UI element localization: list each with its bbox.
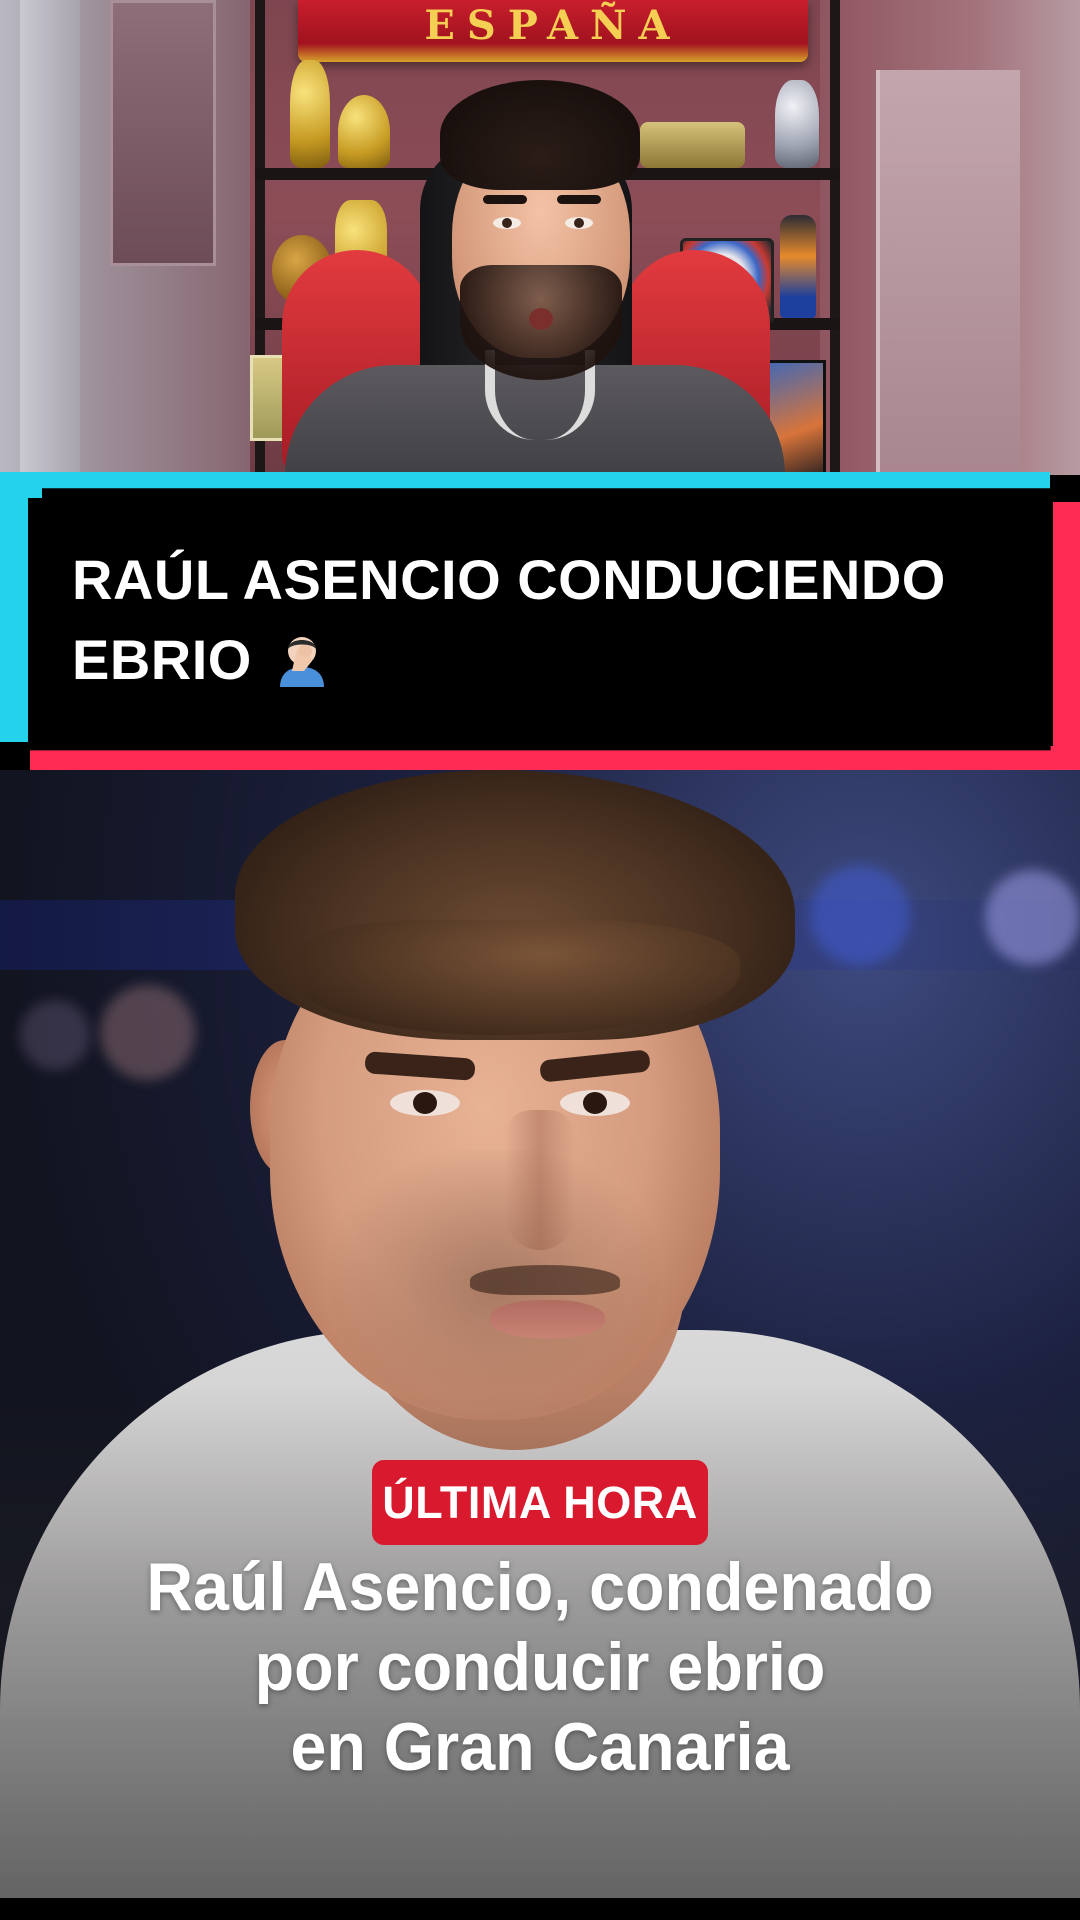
player-lips — [490, 1300, 605, 1338]
title-banner: RAÚL ASENCIO CONDUCIENDO EBRIO — [0, 472, 1080, 772]
player-eye — [390, 1090, 460, 1116]
news-headline-line: por conducir ebrio — [254, 1629, 826, 1705]
breaking-news-badge: ÚLTIMA HORA — [372, 1460, 708, 1545]
bottom-bar — [0, 1898, 1080, 1920]
wall-panel — [110, 0, 216, 266]
video-frame[interactable]: ESPAÑA RAÚL ASENCIO CONDUCIENDO EBRIO ÚL… — [0, 0, 1080, 1920]
streamer-mouth — [529, 308, 553, 330]
streamer-eye — [493, 217, 521, 229]
streamer-brow — [557, 195, 601, 204]
streamer-eye — [565, 217, 593, 229]
facepalm-icon — [272, 627, 332, 687]
door-right — [876, 70, 1020, 475]
streamer-camera-view: ESPAÑA — [0, 0, 1080, 475]
anime-figure — [780, 215, 816, 318]
streamer-brow — [483, 195, 527, 204]
door-frame — [20, 0, 80, 475]
player-eye — [560, 1090, 630, 1116]
player-mustache — [470, 1265, 620, 1295]
streamer-hair — [440, 80, 640, 190]
video-title-text: RAÚL ASENCIO CONDUCIENDO EBRIO — [72, 548, 946, 691]
streamer — [285, 80, 785, 475]
news-headline-line: Raúl Asencio, condenado — [146, 1549, 934, 1625]
news-headline: Raúl Asencio, condenado por conducir ebr… — [27, 1547, 1053, 1787]
video-title: RAÚL ASENCIO CONDUCIENDO EBRIO — [72, 540, 1012, 700]
news-headline-line: en Gran Canaria — [290, 1709, 790, 1785]
spain-scarf: ESPAÑA — [298, 0, 808, 62]
player-nose — [505, 1110, 575, 1250]
